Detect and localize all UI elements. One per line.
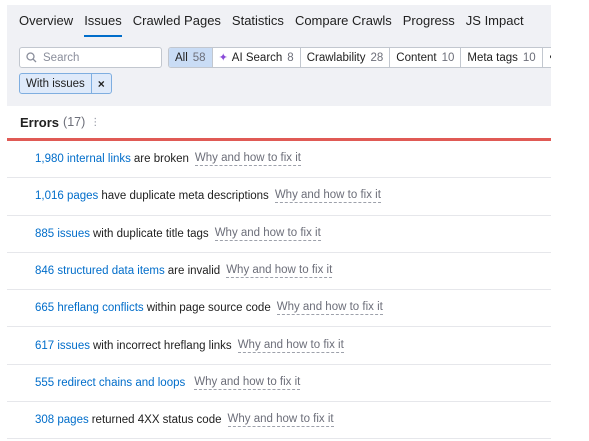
segment-all[interactable]: All 58: [169, 48, 213, 67]
segment-content-count: 10: [441, 51, 455, 64]
fix-help-link[interactable]: Why and how to fix it: [214, 227, 321, 241]
error-link[interactable]: 555 redirect chains and loops: [35, 377, 185, 389]
error-link[interactable]: 1,016 pages: [35, 190, 98, 202]
error-text: are invalid: [167, 265, 221, 278]
error-link[interactable]: 846 structured data items: [35, 265, 165, 277]
error-text: with duplicate title tags: [92, 227, 209, 240]
error-link[interactable]: 885 issues: [35, 228, 90, 240]
error-row: 1,016 pages have duplicate meta descript…: [7, 178, 551, 216]
errors-title: Errors: [20, 114, 60, 130]
error-link[interactable]: 308 pages: [35, 414, 89, 426]
error-text: with incorrect hreflang links: [92, 339, 232, 352]
segment-content-label: Content: [396, 51, 437, 64]
error-text: within page source code: [146, 302, 271, 315]
filter-bar: All 58 ✦ AI Search 8 Crawlability 28 Con…: [19, 47, 551, 68]
active-filter-chip: With issues ×: [19, 73, 112, 94]
segment-ai-search-label: AI Search: [231, 51, 283, 64]
error-text: returned 4XX status code: [91, 414, 222, 427]
errors-header: Errors (17) ⋮: [7, 106, 551, 141]
segment-crawlability[interactable]: Crawlability 28: [301, 48, 391, 67]
error-row: 1,980 internal links are broken Why and …: [7, 141, 551, 179]
fix-help-link[interactable]: Why and how to fix it: [226, 264, 333, 279]
fix-help-link[interactable]: Why and how to fix it: [274, 189, 381, 204]
segment-meta-tags[interactable]: Meta tags 10: [461, 48, 543, 67]
error-row: 555 redirect chains and loops Why and ho…: [7, 365, 551, 403]
segment-content[interactable]: Content 10: [390, 48, 462, 67]
error-text: have duplicate meta descriptions: [101, 190, 269, 203]
fix-help-link[interactable]: Why and how to fix it: [194, 152, 301, 167]
error-link[interactable]: 665 hreflang conflicts: [35, 302, 144, 314]
issue-category-segments: All 58 ✦ AI Search 8 Crawlability 28 Con…: [168, 47, 551, 68]
tab-issues[interactable]: Issues: [84, 5, 122, 37]
tab-statistics[interactable]: Statistics: [232, 5, 284, 37]
fix-help-link[interactable]: Why and how to fix it: [227, 413, 334, 428]
segment-meta-tags-count: 10: [522, 51, 536, 64]
segment-ai-search-count: 8: [287, 51, 294, 64]
error-link[interactable]: 617 issues: [35, 340, 90, 352]
fix-help-link[interactable]: Why and how to fix it: [194, 376, 301, 390]
search-input[interactable]: [43, 51, 153, 64]
error-row: 885 issues with duplicate title tags Why…: [7, 216, 551, 253]
info-icon[interactable]: ⋮: [90, 117, 100, 128]
search-box[interactable]: [19, 47, 162, 68]
more-segments-button[interactable]: •••: [543, 48, 551, 67]
remove-filter-button[interactable]: ×: [92, 74, 111, 93]
segment-all-label: All: [175, 51, 188, 64]
active-filter-label[interactable]: With issues: [20, 74, 92, 93]
site-audit-app: Overview Issues Crawled Pages Statistics…: [7, 5, 551, 441]
tab-crawled-pages[interactable]: Crawled Pages: [133, 5, 221, 37]
fix-help-link[interactable]: Why and how to fix it: [276, 301, 383, 316]
error-text: are broken: [133, 153, 189, 166]
tab-bar: Overview Issues Crawled Pages Statistics…: [7, 5, 551, 37]
errors-panel: Errors (17) ⋮ 1,980 internal links are b…: [7, 106, 551, 441]
error-row: 617 issues with incorrect hreflang links…: [7, 327, 551, 365]
tab-js-impact[interactable]: JS Impact: [466, 5, 524, 37]
fix-help-link[interactable]: Why and how to fix it: [237, 339, 344, 353]
tab-overview[interactable]: Overview: [19, 5, 73, 37]
sparkle-icon: ✦: [218, 52, 228, 64]
segment-ai-search[interactable]: ✦ AI Search 8: [213, 48, 301, 67]
search-icon: [26, 52, 37, 63]
error-row: 665 hreflang conflicts within page sourc…: [7, 290, 551, 328]
tab-progress[interactable]: Progress: [403, 5, 455, 37]
error-link[interactable]: 1,980 internal links: [35, 153, 131, 165]
error-row: 308 pages returned 4XX status code Why a…: [7, 402, 551, 440]
errors-count: (17): [63, 115, 86, 129]
segment-crawlability-label: Crawlability: [306, 51, 366, 64]
segment-meta-tags-label: Meta tags: [467, 51, 518, 64]
tab-compare-crawls[interactable]: Compare Crawls: [295, 5, 392, 37]
segment-crawlability-count: 28: [370, 51, 384, 64]
segment-all-count: 58: [192, 51, 206, 64]
error-row: 846 structured data items are invalid Wh…: [7, 253, 551, 291]
